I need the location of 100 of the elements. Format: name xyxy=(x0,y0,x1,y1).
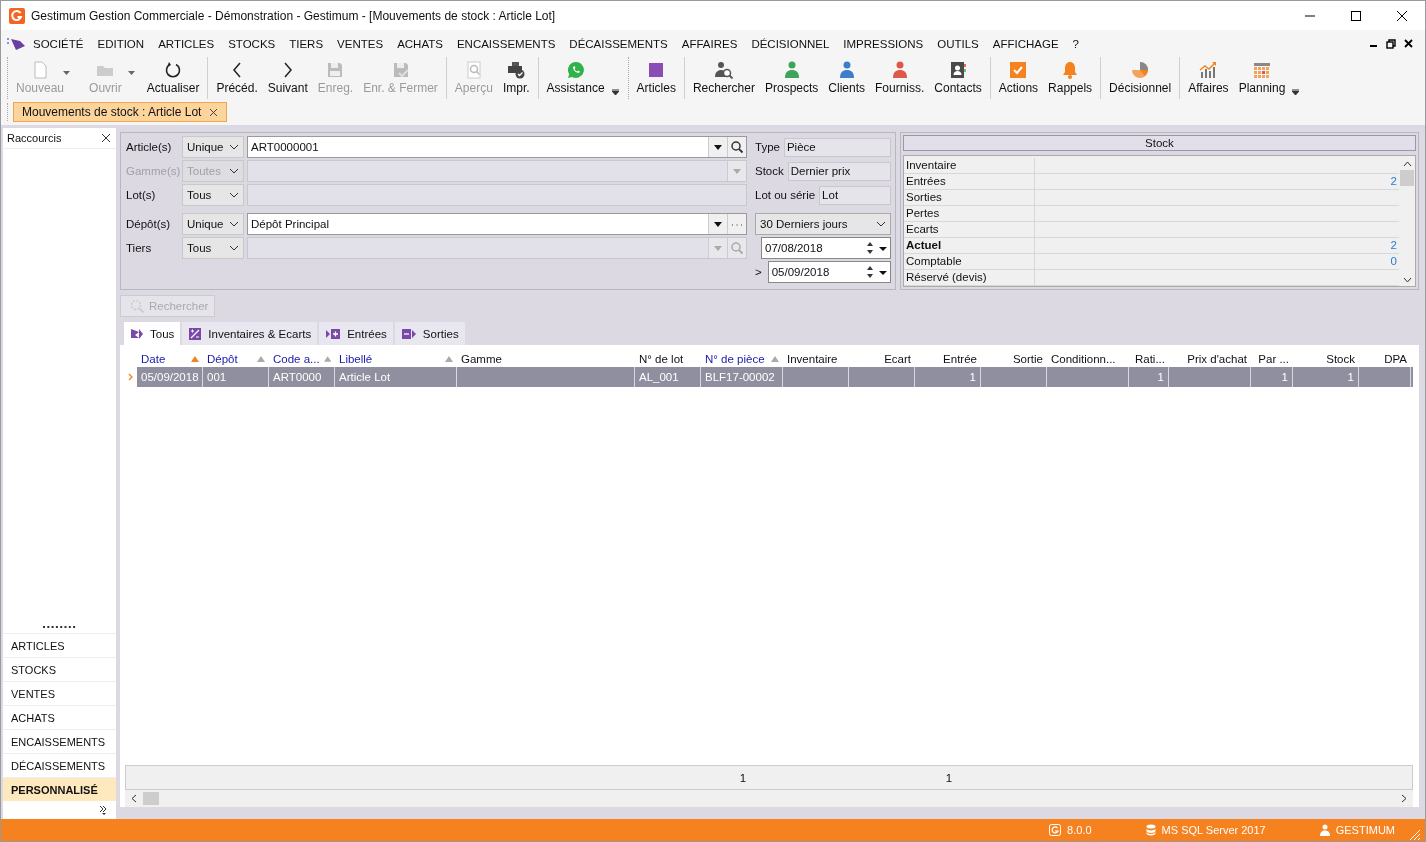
menu-item[interactable]: AFFAIRES xyxy=(674,32,745,55)
period-dropdown[interactable]: 30 Derniers jours xyxy=(755,213,891,235)
menu-item[interactable]: AFFICHAGE xyxy=(985,32,1066,55)
column-header[interactable]: Sortie xyxy=(981,352,1047,365)
column-header[interactable]: N° de pièce xyxy=(701,352,783,365)
stock-label: Sorties xyxy=(904,190,1035,205)
chevron-left-icon[interactable] xyxy=(131,794,137,803)
status-text: MS SQL Server 2017 xyxy=(1161,824,1266,836)
table-cell: 001 xyxy=(207,371,227,383)
mode-dropdown[interactable]: Tous xyxy=(182,184,244,206)
close-icon[interactable] xyxy=(1404,39,1413,48)
stock-value: 0 xyxy=(1390,255,1397,267)
table-cell: 1 xyxy=(1157,371,1164,383)
column-header[interactable]: Rati... xyxy=(1129,352,1169,365)
column-header[interactable]: Ecart xyxy=(849,352,915,365)
drag-handle-icon[interactable] xyxy=(42,626,77,629)
table-cell: 1 xyxy=(1281,371,1288,383)
column-header[interactable]: Entrée xyxy=(915,352,981,365)
date-field[interactable]: 07/08/2018 xyxy=(761,237,891,259)
slash-square-icon xyxy=(188,326,203,341)
toolbar-button[interactable]: Prospects xyxy=(759,57,824,99)
toolbar-button[interactable]: Affaires xyxy=(1183,57,1234,99)
column-header[interactable]: DPA xyxy=(1359,352,1411,365)
column-header[interactable]: Par ... xyxy=(1251,352,1293,365)
menu-item[interactable]: VENTES xyxy=(330,32,391,55)
chevron-up-icon[interactable] xyxy=(1402,161,1412,167)
tab[interactable]: Entrées xyxy=(319,322,393,345)
toolbar-button[interactable]: Suivant xyxy=(262,57,313,99)
menu-item[interactable]: OUTILS xyxy=(930,32,986,55)
info-label: Stock xyxy=(755,165,784,177)
mode-dropdown[interactable]: Tous xyxy=(182,237,244,259)
sidebar-item[interactable]: PERSONNALISÉ xyxy=(3,777,116,801)
menu-item[interactable]: SOCIÉTÉ xyxy=(26,32,91,55)
toolbar-button[interactable]: Assistance xyxy=(541,57,610,99)
column-header[interactable]: Prix d'achat xyxy=(1169,352,1251,365)
column-header[interactable]: Gamme xyxy=(457,352,635,365)
column-header[interactable]: Stock xyxy=(1293,352,1359,365)
close-icon[interactable] xyxy=(102,134,110,142)
input-field[interactable]: ART0000001 xyxy=(247,136,747,158)
resize-grip-icon[interactable] xyxy=(1409,829,1421,841)
chevron-double-right-icon[interactable] xyxy=(99,805,108,815)
overflow-arrow-icon[interactable] xyxy=(1292,89,1300,95)
date-field[interactable]: 05/09/2018 xyxy=(767,261,891,283)
menu-item[interactable]: TIERS xyxy=(282,32,331,55)
toolbar-button[interactable]: Rappels xyxy=(1043,57,1098,99)
chevron-down-icon xyxy=(229,144,239,150)
range-marker: > xyxy=(755,266,762,278)
input-field[interactable] xyxy=(247,184,747,206)
restore-icon[interactable] xyxy=(1386,38,1396,49)
table-cell: ART0000 xyxy=(273,371,322,383)
mode-dropdown[interactable]: Unique xyxy=(182,213,244,235)
scrollbar[interactable] xyxy=(125,790,1413,807)
info-label: Lot ou série xyxy=(755,189,816,201)
column-header[interactable]: Libellé xyxy=(335,352,457,365)
column-header[interactable]: Date xyxy=(137,352,203,365)
tab[interactable]: Sorties xyxy=(394,322,465,345)
toolbar-button[interactable]: Clients xyxy=(823,57,870,99)
chevron-down-icon xyxy=(229,245,239,251)
tab[interactable]: Inventaires & Ecarts xyxy=(182,322,318,345)
menu-item[interactable]: STOCKS xyxy=(221,32,283,55)
menu-item[interactable]: ENCAISSEMENTS xyxy=(449,32,563,55)
toolbar-button[interactable]: Impr. xyxy=(497,57,535,99)
document-tab[interactable]: Mouvements de stock : Article Lot xyxy=(13,102,228,122)
column-header[interactable]: Conditionn... xyxy=(1047,352,1129,365)
input-field[interactable]: Dépôt Principal xyxy=(247,213,747,235)
overflow-arrow-icon[interactable] xyxy=(611,89,619,95)
chevron-down-icon xyxy=(229,168,239,174)
info-value: Lot xyxy=(819,185,891,205)
toolbar-button[interactable]: Fourniss. xyxy=(870,57,930,99)
column-header[interactable]: Dépôt xyxy=(203,352,269,365)
column-header[interactable]: Inventaire xyxy=(783,352,849,365)
column-header[interactable]: Code a... xyxy=(269,352,335,365)
document-arrow-icon xyxy=(6,35,26,52)
toolbar-button[interactable]: Planning xyxy=(1233,57,1291,99)
menu-item[interactable]: ? xyxy=(1065,32,1086,55)
table-cell: Article Lot xyxy=(339,371,391,383)
pie-chart-icon xyxy=(1130,59,1151,80)
menu-item[interactable]: EDITION xyxy=(90,32,152,55)
menu-item[interactable]: ARTICLES xyxy=(151,32,222,55)
scroll-thumb[interactable] xyxy=(1400,170,1414,186)
column-header[interactable]: N° de lot xyxy=(635,352,701,365)
status-text: 8.0.0 xyxy=(1067,824,1092,836)
chevron-down-icon[interactable] xyxy=(1402,277,1412,283)
toolbar-button[interactable]: Contacts xyxy=(929,57,987,99)
menu-item[interactable]: DÉCISIONNEL xyxy=(744,32,837,55)
menu-item[interactable]: DÉCAISSEMENTS xyxy=(562,32,675,55)
mode-dropdown[interactable]: Unique xyxy=(182,136,244,158)
toolbar-button[interactable]: Décisionnel xyxy=(1104,57,1177,99)
toolbar-button[interactable]: Rechercher xyxy=(687,57,760,99)
close-icon[interactable] xyxy=(209,107,219,117)
toolbar-button[interactable]: Articles xyxy=(631,57,681,99)
menu-item[interactable]: ACHATS xyxy=(390,32,450,55)
scroll-thumb[interactable] xyxy=(143,792,159,805)
menu-item[interactable]: IMPRESSIONS xyxy=(836,32,931,55)
toolbar-button[interactable]: Actualiser xyxy=(141,57,205,99)
tab[interactable]: Tous xyxy=(124,322,181,345)
search-icon[interactable] xyxy=(727,137,746,157)
toolbar-button[interactable]: Précéd. xyxy=(211,57,263,99)
chevron-right-icon[interactable] xyxy=(1401,794,1407,803)
toolbar-button[interactable]: Actions xyxy=(993,57,1044,99)
